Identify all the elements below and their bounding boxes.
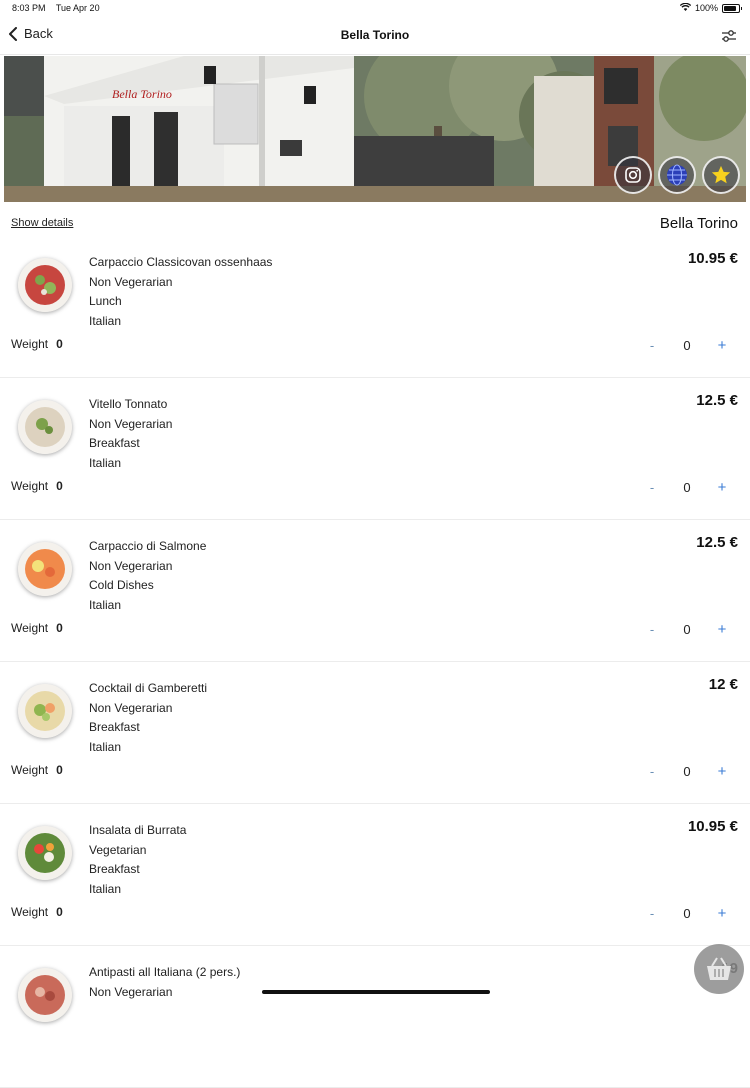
- weight-value: 0: [56, 905, 63, 919]
- menu-item: Carpaccio di Salmone Non Vegerarian Cold…: [0, 520, 750, 662]
- dish-image: [18, 400, 72, 454]
- dish-price: 12.5 €: [696, 534, 738, 551]
- quantity-value: 0: [683, 764, 691, 779]
- wifi-icon: [679, 2, 692, 13]
- dish-image: [18, 542, 72, 596]
- weight-row: Weight 0: [11, 905, 63, 919]
- weight-row: Weight 0: [11, 621, 63, 635]
- menu-item: Antipasti all Italiana (2 pers.) Non Veg…: [0, 946, 750, 1088]
- battery-icon: [722, 3, 742, 13]
- decrease-button[interactable]: -: [644, 764, 660, 779]
- weight-label: Weight: [11, 763, 49, 777]
- dish-price: 10.95 €: [687, 818, 738, 835]
- weight-label: Weight: [11, 337, 49, 351]
- decrease-button[interactable]: -: [644, 622, 660, 637]
- quantity-value: 0: [683, 480, 691, 495]
- show-details-link[interactable]: Show details: [11, 217, 73, 229]
- restaurant-name: Bella Torino: [659, 215, 738, 232]
- quantity-stepper: - 0 +: [644, 337, 730, 354]
- info-row: Show details Bella Torino: [0, 212, 750, 236]
- dish-cuisine: Italian: [89, 597, 122, 612]
- dish-price: 12 €: [708, 676, 738, 693]
- instagram-icon: [625, 167, 641, 183]
- instagram-button[interactable]: [614, 156, 652, 194]
- quantity-stepper: - 0 +: [644, 763, 730, 780]
- dish-image: [18, 826, 72, 880]
- status-time: 8:03 PM: [12, 3, 46, 13]
- weight-value: 0: [56, 337, 63, 351]
- quantity-stepper: - 0 +: [644, 479, 730, 496]
- favorite-button[interactable]: [702, 156, 740, 194]
- dish-cuisine: Italian: [89, 881, 122, 896]
- dish-name: Cocktail di Gamberetti: [89, 681, 208, 695]
- dish-diet: Non Vegerarian: [89, 984, 173, 999]
- weight-value: 0: [56, 479, 63, 493]
- menu-list: Carpaccio Classicovan ossenhaas Non Vege…: [0, 236, 750, 1088]
- dish-meal: Breakfast: [89, 720, 140, 734]
- weight-label: Weight: [11, 621, 49, 635]
- page-title: Bella Torino: [340, 28, 410, 42]
- menu-item: Carpaccio Classicovan ossenhaas Non Vege…: [0, 236, 750, 378]
- dish-price: 10.95 €: [687, 250, 738, 267]
- battery-percent: 100%: [694, 3, 718, 13]
- menu-item: Insalata di Burrata Vegetarian Breakfast…: [0, 804, 750, 946]
- dish-diet: Non Vegerarian: [89, 274, 173, 289]
- increase-button[interactable]: +: [714, 621, 730, 638]
- website-button[interactable]: [658, 156, 696, 194]
- weight-label: Weight: [11, 479, 49, 493]
- dish-meal: Cold Dishes: [89, 578, 154, 592]
- weight-row: Weight 0: [11, 763, 63, 777]
- sliders-icon: [722, 30, 736, 42]
- weight-row: Weight 0: [11, 479, 63, 493]
- dish-cuisine: Italian: [89, 313, 122, 328]
- filter-button[interactable]: [720, 27, 738, 45]
- star-icon: [711, 165, 731, 184]
- dish-meal: Breakfast: [89, 862, 140, 876]
- weight-label: Weight: [11, 905, 49, 919]
- cart-button[interactable]: [694, 944, 744, 994]
- menu-item: Cocktail di Gamberetti Non Vegerarian Br…: [0, 662, 750, 804]
- quantity-stepper: - 0 +: [644, 905, 730, 922]
- dish-diet: Vegetarian: [89, 842, 147, 857]
- dish-meal: Breakfast: [89, 436, 140, 450]
- dish-image: [18, 968, 72, 1022]
- quantity-value: 0: [683, 622, 691, 637]
- globe-icon: [667, 164, 687, 186]
- dish-name: Vitello Tonnato: [89, 397, 168, 411]
- dish-name: Carpaccio di Salmone: [89, 539, 207, 553]
- increase-button[interactable]: +: [714, 479, 730, 496]
- dish-cuisine: Italian: [89, 739, 122, 754]
- increase-button[interactable]: +: [714, 763, 730, 780]
- increase-button[interactable]: +: [714, 905, 730, 922]
- dish-name: Antipasti all Italiana (2 pers.): [89, 965, 241, 979]
- dish-cuisine: Italian: [89, 455, 122, 470]
- dish-price: 12.5 €: [696, 392, 738, 409]
- restaurant-photo: Bella Torino: [4, 56, 746, 202]
- decrease-button[interactable]: -: [644, 480, 660, 495]
- menu-item: Vitello Tonnato Non Vegerarian Breakfast…: [0, 378, 750, 520]
- home-indicator[interactable]: [262, 990, 490, 994]
- dish-name: Carpaccio Classicovan ossenhaas: [89, 255, 273, 269]
- decrease-button[interactable]: -: [644, 906, 660, 921]
- navigation-bar: Back Bella Torino: [0, 18, 750, 55]
- decrease-button[interactable]: -: [644, 338, 660, 353]
- basket-icon: [707, 957, 731, 980]
- status-date: Tue Apr 20: [55, 3, 100, 13]
- quantity-stepper: - 0 +: [644, 621, 730, 638]
- dish-diet: Non Vegerarian: [89, 700, 173, 715]
- weight-row: Weight 0: [11, 337, 63, 351]
- dish-name: Insalata di Burrata: [89, 823, 187, 837]
- dish-image: [18, 684, 72, 738]
- weight-value: 0: [56, 763, 63, 777]
- dish-meal: Lunch: [89, 294, 122, 308]
- dish-diet: Non Vegerarian: [89, 416, 173, 431]
- weight-value: 0: [56, 621, 63, 635]
- increase-button[interactable]: +: [714, 337, 730, 354]
- dish-diet: Non Vegerarian: [89, 558, 173, 573]
- status-bar: 8:03 PM Tue Apr 20 100%: [0, 0, 750, 16]
- quantity-value: 0: [683, 338, 691, 353]
- quantity-value: 0: [683, 906, 691, 921]
- storefront-sign-text: Bella Torino: [112, 87, 172, 101]
- dish-image: [18, 258, 72, 312]
